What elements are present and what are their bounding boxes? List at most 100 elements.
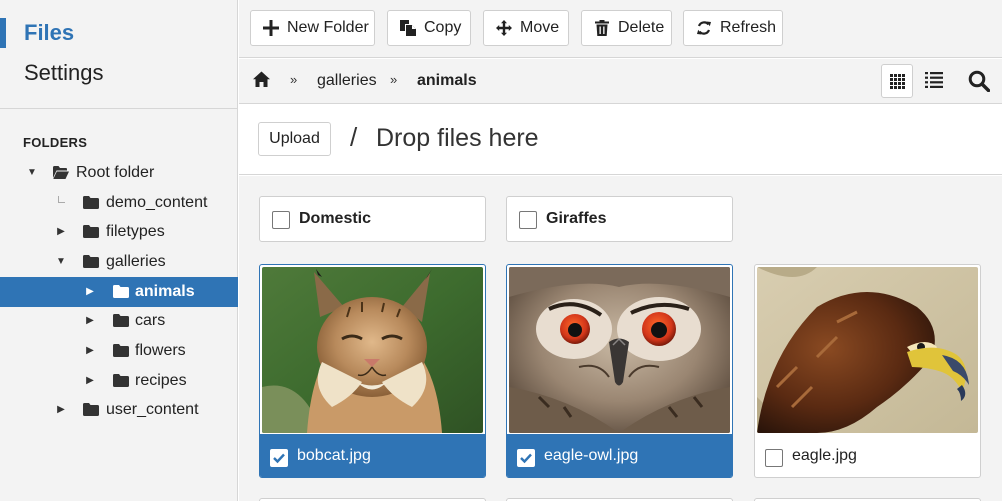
- grid-view-icon: [890, 74, 905, 89]
- folder-icon: [83, 225, 99, 238]
- copy-button[interactable]: Copy: [387, 10, 471, 46]
- folder-checkbox[interactable]: [519, 211, 537, 229]
- delete-button[interactable]: Delete: [581, 10, 672, 46]
- tree-item-label: recipes: [135, 372, 187, 389]
- tree-item-label: animals: [135, 283, 195, 300]
- tree-item-cars[interactable]: ▶ cars: [0, 306, 238, 336]
- folder-name: Domestic: [299, 210, 372, 227]
- folder-icon: [113, 344, 129, 357]
- file-card-footer: eagle.jpg: [755, 434, 980, 477]
- folder-icon: [113, 374, 129, 387]
- file-name: bobcat.jpg: [297, 447, 371, 464]
- file-thumbnail[interactable]: [757, 267, 978, 433]
- caret-right-icon[interactable]: ▶: [55, 403, 67, 417]
- drop-files-text: Drop files here: [376, 124, 539, 152]
- tree-item-flowers[interactable]: ▶ flowers: [0, 336, 238, 366]
- file-card-eagle[interactable]: eagle.jpg: [754, 264, 981, 478]
- folder-name: Giraffes: [546, 210, 607, 227]
- caret-right-icon[interactable]: ▶: [55, 225, 67, 239]
- drop-slash: /: [350, 122, 358, 152]
- grid-view-button[interactable]: [881, 64, 913, 98]
- caret-down-icon[interactable]: ▼: [55, 255, 67, 269]
- file-card-bobcat[interactable]: bobcat.jpg: [259, 264, 486, 478]
- list-view-icon[interactable]: [925, 71, 943, 89]
- new-folder-button[interactable]: New Folder: [250, 10, 375, 46]
- caret-right-icon[interactable]: ▶: [84, 344, 96, 358]
- active-indicator: [0, 18, 6, 48]
- folder-icon: [83, 255, 99, 268]
- eagle-image: [757, 267, 978, 433]
- tree-item-filetypes[interactable]: ▶ filetypes: [0, 217, 238, 247]
- refresh-label: Refresh: [720, 19, 777, 36]
- tree-item-label: flowers: [135, 342, 186, 359]
- home-icon[interactable]: [253, 71, 270, 88]
- upload-button[interactable]: Upload: [258, 122, 331, 156]
- tree-item-demo-content[interactable]: demo_content: [0, 188, 238, 218]
- checkmark-icon: [520, 453, 532, 464]
- tree-item-animals[interactable]: ▶ animals: [0, 277, 238, 307]
- delete-label: Delete: [618, 19, 665, 36]
- trash-icon: [595, 20, 609, 36]
- tree-item-label: Root folder: [76, 164, 155, 181]
- breadcrumb-galleries[interactable]: galleries: [317, 72, 377, 90]
- tree-item-root-folder[interactable]: ▼ Root folder: [0, 158, 238, 188]
- folders-heading: FOLDERS: [23, 135, 88, 150]
- breadcrumb-separator: »: [390, 72, 398, 87]
- file-card-footer: bobcat.jpg: [260, 434, 485, 477]
- refresh-button[interactable]: Refresh: [683, 10, 783, 46]
- folder-open-icon: [53, 166, 69, 179]
- file-grid: Domestic Giraffes bobcat.jpg eagle-owl.j…: [239, 176, 1002, 501]
- file-thumbnail[interactable]: [509, 267, 730, 433]
- folder-checkbox[interactable]: [272, 211, 290, 229]
- caret-down-icon[interactable]: ▼: [26, 166, 38, 180]
- folder-icon: [83, 196, 99, 209]
- move-label: Move: [520, 19, 560, 36]
- plus-icon: [263, 20, 279, 36]
- sidebar-divider: [0, 108, 238, 109]
- refresh-icon: [697, 21, 711, 35]
- tree-item-galleries[interactable]: ▼ galleries: [0, 247, 238, 277]
- copy-label: Copy: [424, 19, 462, 36]
- nav-files[interactable]: Files: [0, 18, 238, 49]
- file-thumbnail[interactable]: [262, 267, 483, 433]
- toolbar: New Folder Copy Move Delete Refresh: [239, 0, 1002, 58]
- caret-right-icon[interactable]: ▶: [84, 314, 96, 328]
- nav-files-label: Files: [24, 20, 75, 45]
- tree-item-label: filetypes: [106, 223, 165, 240]
- folder-icon: [113, 314, 129, 327]
- file-card-eagle-owl[interactable]: eagle-owl.jpg: [506, 264, 733, 478]
- folder-icon: [83, 403, 99, 416]
- breadcrumb-bar: » galleries » animals: [239, 59, 1002, 104]
- file-name: eagle.jpg: [792, 447, 857, 464]
- caret-right-icon[interactable]: ▶: [84, 285, 96, 299]
- tree-item-label: demo_content: [106, 194, 208, 211]
- file-checkbox[interactable]: [765, 449, 783, 467]
- folder-card-giraffes[interactable]: Giraffes: [506, 196, 733, 242]
- file-checkbox[interactable]: [270, 449, 288, 467]
- file-card-footer: eagle-owl.jpg: [507, 434, 732, 477]
- move-icon: [496, 20, 512, 36]
- tree-elbow: [58, 196, 65, 203]
- upload-dropzone[interactable]: Upload / Drop files here: [239, 105, 1002, 175]
- search-icon[interactable]: [968, 70, 990, 92]
- caret-right-icon[interactable]: ▶: [84, 374, 96, 388]
- new-folder-label: New Folder: [287, 19, 369, 36]
- file-checkbox[interactable]: [517, 449, 535, 467]
- tree-item-label: user_content: [106, 401, 199, 418]
- eagle-owl-image: [509, 267, 730, 433]
- tree-item-label: galleries: [106, 253, 166, 270]
- move-button[interactable]: Move: [483, 10, 569, 46]
- bobcat-image: [262, 267, 483, 433]
- tree-item-user-content[interactable]: ▶ user_content: [0, 395, 238, 425]
- tree-item-recipes[interactable]: ▶ recipes: [0, 366, 238, 396]
- checkmark-icon: [273, 453, 285, 464]
- folder-icon: [113, 285, 129, 298]
- sidebar: Files Settings FOLDERS ▼ Root folder dem…: [0, 0, 238, 501]
- copy-icon: [400, 20, 416, 36]
- breadcrumb-separator: »: [290, 72, 298, 87]
- file-name: eagle-owl.jpg: [544, 447, 639, 464]
- tree-item-label: cars: [135, 312, 166, 329]
- folder-card-domestic[interactable]: Domestic: [259, 196, 486, 242]
- breadcrumb-animals: animals: [417, 72, 477, 89]
- nav-settings[interactable]: Settings: [24, 60, 104, 86]
